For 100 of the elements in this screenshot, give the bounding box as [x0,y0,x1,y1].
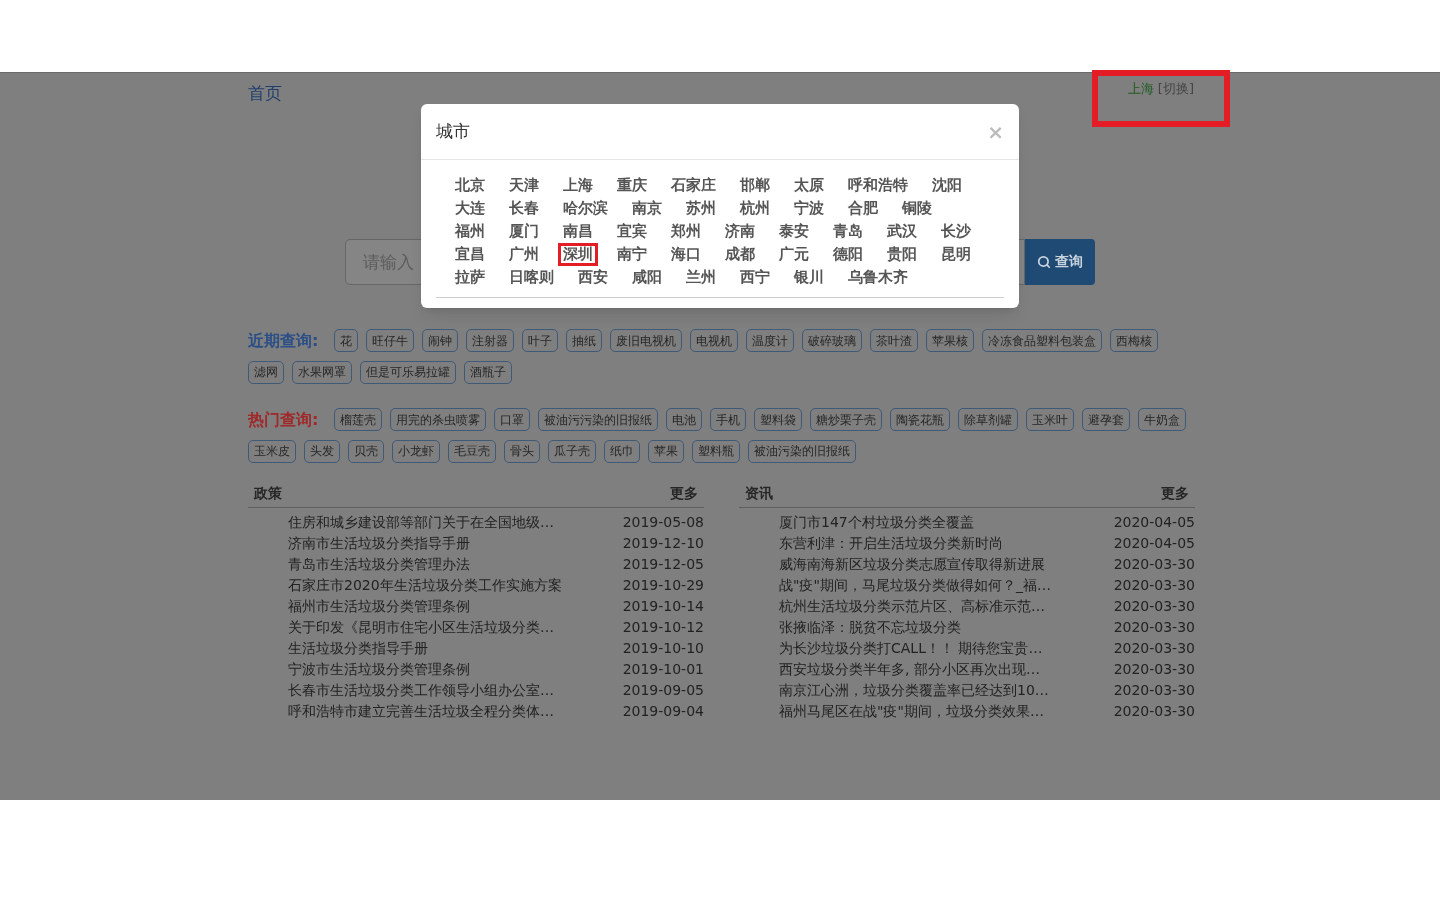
article-link[interactable]: 东营利津：开启生活垃圾分类新时尚 [779,532,1003,554]
more-link[interactable]: 更多 [1161,482,1189,504]
tag-button[interactable]: 抽纸 [566,329,603,352]
city-option[interactable]: 宜昌 [450,243,490,266]
tag-button[interactable]: 旺仔牛 [366,329,415,352]
tag-button[interactable]: 瓜子壳 [548,439,596,463]
city-option[interactable]: 咸阳 [627,266,667,289]
city-option[interactable]: 北京 [450,174,490,197]
search-button[interactable]: 查询 [1025,238,1095,285]
tag-button[interactable]: 叶子 [522,329,559,352]
city-option[interactable]: 西安 [573,266,613,289]
city-option[interactable]: 深圳 [558,243,598,266]
location-switch[interactable]: 上海 [切换] [1091,70,1230,127]
tag-button[interactable]: 被油污污染的旧报纸 [538,408,659,431]
city-option[interactable]: 长沙 [936,220,976,243]
home-link[interactable]: 首页 [248,81,282,107]
tag-button[interactable]: 被油污染的旧报纸 [748,439,856,463]
tag-button[interactable]: 手机 [710,408,747,431]
article-link[interactable]: 张掖临泽：脱贫不忘垃圾分类 [779,616,961,638]
article-link[interactable]: 关于印发《昆明市住宅小区生活垃圾分类… [288,616,554,638]
city-option[interactable]: 呼和浩特 [843,174,913,197]
tag-button[interactable]: 电视机 [690,329,739,352]
tag-button[interactable]: 牛奶盒 [1138,408,1187,431]
city-option[interactable]: 上海 [558,174,598,197]
city-option[interactable]: 南宁 [612,243,652,266]
tag-button[interactable]: 水果网罩 [292,360,352,384]
tag-button[interactable]: 西梅核 [1110,329,1159,352]
city-option[interactable]: 厦门 [504,220,544,243]
tag-button[interactable]: 花 [334,329,359,352]
article-link[interactable]: 福州市生活垃圾分类管理条例 [288,595,470,617]
tag-button[interactable]: 塑料瓶 [692,439,740,463]
tag-button[interactable]: 用完的杀虫喷雾 [390,408,487,431]
city-option[interactable]: 宜宾 [612,220,652,243]
article-link[interactable]: 住房和城乡建设部等部门关于在全国地级… [288,511,554,533]
article-link[interactable]: 威海南海新区垃圾分类志愿宣传取得新进展 [779,553,1045,575]
tag-button[interactable]: 玉米皮 [248,439,296,463]
tag-button[interactable]: 苹果核 [926,329,975,352]
tag-button[interactable]: 闹钟 [422,329,459,352]
city-option[interactable]: 天津 [504,174,544,197]
tag-button[interactable]: 酒瓶子 [464,360,512,384]
tag-button[interactable]: 电池 [666,408,703,431]
article-link[interactable]: 为长沙垃圾分类打CALL！！ 期待您宝贵… [779,637,1043,659]
city-option[interactable]: 拉萨 [450,266,490,289]
city-option[interactable]: 海口 [666,243,706,266]
city-option[interactable]: 哈尔滨 [558,197,613,220]
article-link[interactable]: 杭州生活垃圾分类示范片区、高标准示范… [779,595,1045,617]
tag-button[interactable]: 小龙虾 [392,439,440,463]
tag-button[interactable]: 冷冻食品塑料包装盒 [982,329,1103,352]
city-option[interactable]: 德阳 [828,243,868,266]
article-link[interactable]: 战"疫"期间，马尾垃圾分类做得如何？_福… [779,574,1051,596]
tag-button[interactable]: 温度计 [746,329,795,352]
city-option[interactable]: 邯郸 [735,174,775,197]
city-option[interactable]: 西宁 [735,266,775,289]
city-option[interactable]: 重庆 [612,174,652,197]
tag-button[interactable]: 纸巾 [604,439,640,463]
city-option[interactable]: 泰安 [774,220,814,243]
article-link[interactable]: 济南市生活垃圾分类指导手册 [288,532,470,554]
city-option[interactable]: 杭州 [735,197,775,220]
tag-button[interactable]: 玉米叶 [1026,408,1075,431]
city-option[interactable]: 太原 [789,174,829,197]
city-option[interactable]: 大连 [450,197,490,220]
city-option[interactable]: 合肥 [843,197,883,220]
article-link[interactable]: 宁波市生活垃圾分类管理条例 [288,658,470,680]
city-option[interactable]: 长春 [504,197,544,220]
city-option[interactable]: 日喀则 [504,266,559,289]
tag-button[interactable]: 陶瓷花瓶 [890,408,951,431]
article-link[interactable]: 长春市生活垃圾分类工作领导小组办公室… [288,679,554,701]
city-option[interactable]: 石家庄 [666,174,721,197]
tag-button[interactable]: 除草剂罐 [958,408,1019,431]
article-link[interactable]: 西安垃圾分类半年多, 部分小区再次出现… [779,658,1040,680]
city-option[interactable]: 兰州 [681,266,721,289]
tag-button[interactable]: 避孕套 [1082,408,1131,431]
city-option[interactable]: 宁波 [789,197,829,220]
city-option[interactable]: 广元 [774,243,814,266]
tag-button[interactable]: 口罩 [494,408,531,431]
tag-button[interactable]: 塑料袋 [754,408,803,431]
city-option[interactable]: 贵阳 [882,243,922,266]
article-link[interactable]: 青岛市生活垃圾分类管理办法 [288,553,470,575]
tag-button[interactable]: 但是可乐易拉罐 [360,360,456,384]
city-option[interactable]: 苏州 [681,197,721,220]
article-link[interactable]: 呼和浩特市建立完善生活垃圾全程分类体… [288,700,554,722]
city-option[interactable]: 成都 [720,243,760,266]
city-option[interactable]: 乌鲁木齐 [843,266,913,289]
city-option[interactable]: 昆明 [936,243,976,266]
tag-button[interactable]: 破碎玻璃 [802,329,863,352]
city-option[interactable]: 青岛 [828,220,868,243]
tag-button[interactable]: 苹果 [648,439,684,463]
article-link[interactable]: 南京江心洲，垃圾分类覆盖率已经达到10… [779,679,1049,701]
article-link[interactable]: 石家庄市2020年生活垃圾分类工作实施方案 [288,574,562,596]
tag-button[interactable]: 滤网 [248,360,284,384]
tag-button[interactable]: 头发 [304,439,340,463]
city-option[interactable]: 银川 [789,266,829,289]
city-option[interactable]: 南昌 [558,220,598,243]
city-option[interactable]: 广州 [504,243,544,266]
article-link[interactable]: 厦门市147个村垃圾分类全覆盖 [779,511,974,533]
tag-button[interactable]: 贝壳 [348,439,384,463]
tag-button[interactable]: 糖炒栗子壳 [810,408,883,431]
city-option[interactable]: 武汉 [882,220,922,243]
tag-button[interactable]: 注射器 [466,329,515,352]
city-option[interactable]: 福州 [450,220,490,243]
